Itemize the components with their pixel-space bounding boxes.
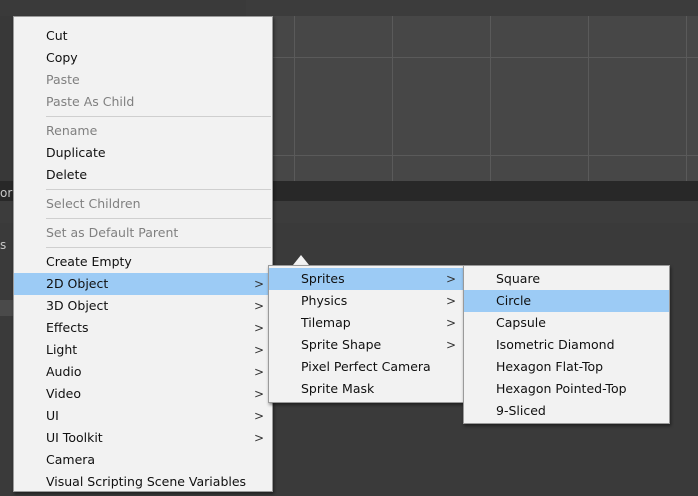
menu-item-rename[interactable]: Rename xyxy=(14,120,272,142)
menu-pointer-notch xyxy=(293,255,309,265)
menu-item-label: Rename xyxy=(46,123,98,138)
menu-item-label: Light xyxy=(46,342,78,357)
menu-item-video[interactable]: Video > xyxy=(14,383,272,405)
menu-item-label: Sprite Shape xyxy=(301,337,382,352)
chevron-right-icon: > xyxy=(445,338,456,352)
menu-item-hexagon-flat-top[interactable]: Hexagon Flat-Top xyxy=(464,356,669,378)
menu-item-label: Create Empty xyxy=(46,254,132,269)
menu-item-label: Duplicate xyxy=(46,145,106,160)
menu-item-label: Sprites xyxy=(301,271,345,286)
tab-label-fragment: or xyxy=(0,186,13,200)
menu-item-light[interactable]: Light > xyxy=(14,339,272,361)
menu-separator xyxy=(46,218,271,219)
menu-item-label: Isometric Diamond xyxy=(496,337,615,352)
menu-item-label: Paste As Child xyxy=(46,94,135,109)
chevron-right-icon: > xyxy=(253,409,264,423)
menu-item-cut[interactable]: Cut xyxy=(14,25,272,47)
menu-item-square[interactable]: Square xyxy=(464,268,669,290)
menu-item-2d-object[interactable]: 2D Object > xyxy=(14,273,272,295)
panel-label-fragment: s xyxy=(0,238,7,252)
menu-item-set-default-parent[interactable]: Set as Default Parent xyxy=(14,222,272,244)
menu-item-ui-toolkit[interactable]: UI Toolkit > xyxy=(14,427,272,449)
menu-item-sprite-mask[interactable]: Sprite Mask xyxy=(269,378,464,400)
submenu-sprites: Square Circle Capsule Isometric Diamond … xyxy=(463,265,670,424)
menu-item-hexagon-pointed-top[interactable]: Hexagon Pointed-Top xyxy=(464,378,669,400)
menu-item-label: 3D Object xyxy=(46,298,109,313)
menu-item-create-empty[interactable]: Create Empty xyxy=(14,251,272,273)
menu-item-physics[interactable]: Physics > xyxy=(269,290,464,312)
menu-item-label: Physics xyxy=(301,293,348,308)
chevron-right-icon: > xyxy=(253,365,264,379)
submenu-2d-object: Sprites > Physics > Tilemap > Sprite Shape >… xyxy=(268,265,465,403)
scene-view-toolbar xyxy=(246,0,698,16)
chevron-right-icon: > xyxy=(253,387,264,401)
chevron-right-icon: > xyxy=(253,431,264,445)
menu-item-camera[interactable]: Camera xyxy=(14,449,272,471)
menu-item-label: Tilemap xyxy=(301,315,351,330)
menu-separator xyxy=(46,247,271,248)
menu-item-visual-scripting[interactable]: Visual Scripting Scene Variables xyxy=(14,471,272,493)
chevron-right-icon: > xyxy=(253,299,264,313)
menu-item-effects[interactable]: Effects > xyxy=(14,317,272,339)
menu-item-label: Pixel Perfect Camera xyxy=(301,359,431,374)
menu-item-sprites[interactable]: Sprites > xyxy=(269,268,464,290)
menu-item-label: Copy xyxy=(46,50,78,65)
menu-item-label: Hexagon Flat-Top xyxy=(496,359,604,374)
menu-item-label: 9-Sliced xyxy=(496,403,546,418)
menu-item-copy[interactable]: Copy xyxy=(14,47,272,69)
menu-item-tilemap[interactable]: Tilemap > xyxy=(269,312,464,334)
menu-item-label: UI xyxy=(46,408,59,423)
menu-item-label: Camera xyxy=(46,452,96,467)
chevron-right-icon: > xyxy=(445,316,456,330)
menu-item-duplicate[interactable]: Duplicate xyxy=(14,142,272,164)
menu-item-paste-as-child[interactable]: Paste As Child xyxy=(14,91,272,113)
menu-separator xyxy=(46,116,271,117)
menu-item-3d-object[interactable]: 3D Object > xyxy=(14,295,272,317)
context-menu: Cut Copy Paste Paste As Child Rename Dup… xyxy=(13,16,273,492)
menu-item-label: Circle xyxy=(496,293,532,308)
menu-separator xyxy=(46,189,271,190)
chevron-right-icon: > xyxy=(445,294,456,308)
chevron-right-icon: > xyxy=(253,321,264,335)
menu-item-label: Sprite Mask xyxy=(301,381,375,396)
menu-item-select-children[interactable]: Select Children xyxy=(14,193,272,215)
hierarchy-header xyxy=(0,0,246,16)
menu-item-pixel-perfect-camera[interactable]: Pixel Perfect Camera xyxy=(269,356,464,378)
menu-item-label: Set as Default Parent xyxy=(46,225,179,240)
menu-item-label: Effects xyxy=(46,320,89,335)
menu-item-label: Cut xyxy=(46,28,68,43)
menu-item-delete[interactable]: Delete xyxy=(14,164,272,186)
menu-item-sprite-shape[interactable]: Sprite Shape > xyxy=(269,334,464,356)
menu-item-label: Audio xyxy=(46,364,82,379)
panel-row xyxy=(0,300,14,316)
menu-item-label: Visual Scripting Scene Variables xyxy=(46,474,247,489)
menu-item-isometric-diamond[interactable]: Isometric Diamond xyxy=(464,334,669,356)
scene-view-grid[interactable] xyxy=(246,0,698,181)
menu-item-label: UI Toolkit xyxy=(46,430,103,445)
menu-item-circle[interactable]: Circle xyxy=(464,290,669,312)
menu-item-paste[interactable]: Paste xyxy=(14,69,272,91)
menu-item-label: 2D Object xyxy=(46,276,109,291)
menu-item-label: Delete xyxy=(46,167,88,182)
menu-item-label: Hexagon Pointed-Top xyxy=(496,381,627,396)
menu-item-ui[interactable]: UI > xyxy=(14,405,272,427)
chevron-right-icon: > xyxy=(445,272,456,286)
chevron-right-icon: > xyxy=(253,277,264,291)
menu-item-9-sliced[interactable]: 9-Sliced xyxy=(464,400,669,422)
chevron-right-icon: > xyxy=(253,343,264,357)
menu-item-label: Paste xyxy=(46,72,80,87)
menu-item-capsule[interactable]: Capsule xyxy=(464,312,669,334)
menu-item-label: Select Children xyxy=(46,196,141,211)
menu-item-label: Square xyxy=(496,271,541,286)
menu-item-label: Video xyxy=(46,386,82,401)
menu-item-audio[interactable]: Audio > xyxy=(14,361,272,383)
menu-item-label: Capsule xyxy=(496,315,546,330)
